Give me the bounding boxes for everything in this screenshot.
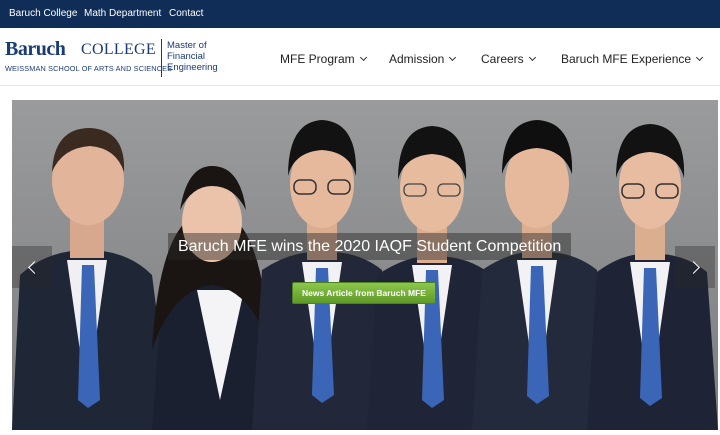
chevron-down-icon	[696, 54, 703, 61]
chevron-left-icon	[28, 261, 41, 274]
nav-mfe-program[interactable]: MFE Program	[280, 52, 366, 66]
link-contact[interactable]: Contact	[169, 8, 203, 19]
news-article-button[interactable]: News Article from Baruch MFE	[292, 282, 436, 304]
chevron-down-icon	[529, 54, 536, 61]
nav-mfe-experience[interactable]: Baruch MFE Experience	[561, 52, 702, 66]
site-logo[interactable]: Baruch COLLEGE WEISSMAN SCHOOL OF ARTS A…	[5, 38, 235, 78]
top-bar: Baruch College Math Department Contact	[0, 0, 720, 28]
link-math-department[interactable]: Math Department	[84, 8, 161, 19]
nav-label: MFE Program	[280, 52, 355, 66]
nav-careers[interactable]: Careers	[481, 52, 535, 66]
nav-label: Baruch MFE Experience	[561, 52, 691, 66]
nav-label: Careers	[481, 52, 524, 66]
carousel-prev-button[interactable]	[12, 246, 52, 288]
logo-college: COLLEGE	[81, 41, 156, 59]
hero-photo	[12, 100, 718, 430]
link-baruch-college[interactable]: Baruch College	[9, 8, 77, 19]
logo-school: WEISSMAN SCHOOL OF ARTS AND SCIENCES	[5, 64, 172, 73]
carousel-next-button[interactable]	[675, 246, 715, 288]
nav-label: Admission	[389, 52, 444, 66]
hero-caption: Baruch MFE wins the 2020 IAQF Student Co…	[168, 233, 571, 260]
chevron-down-icon	[360, 54, 367, 61]
site-header: Baruch COLLEGE WEISSMAN SCHOOL OF ARTS A…	[0, 28, 720, 86]
logo-program: Master of Financial Engineering	[167, 40, 237, 73]
logo-baruch: Baruch	[5, 38, 65, 61]
chevron-down-icon	[449, 54, 456, 61]
nav-admission[interactable]: Admission	[389, 52, 455, 66]
logo-divider	[161, 39, 162, 77]
hero-carousel: Baruch MFE wins the 2020 IAQF Student Co…	[12, 100, 718, 430]
chevron-right-icon	[687, 261, 700, 274]
